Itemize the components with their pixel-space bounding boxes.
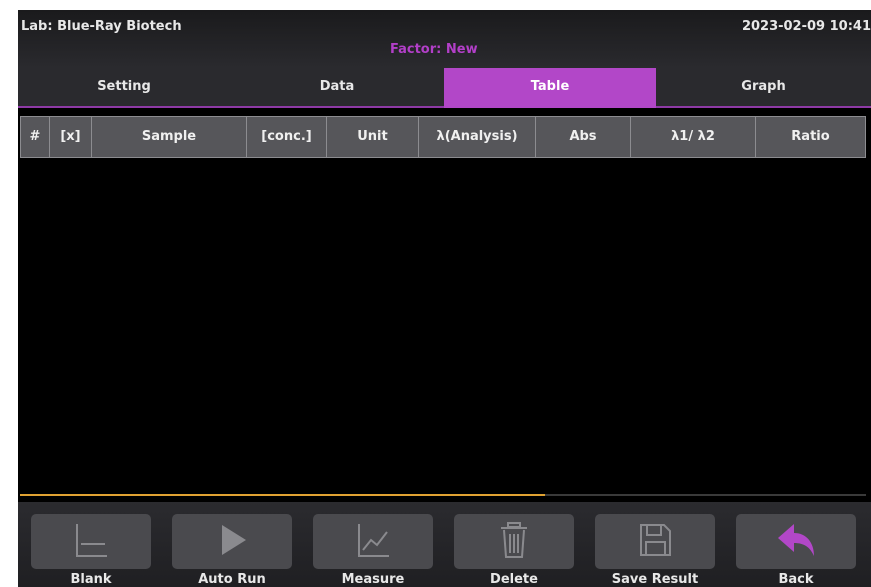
save-icon	[635, 520, 675, 564]
column-header-analysis[interactable]: λ(Analysis)	[418, 117, 535, 157]
measure-label: Measure	[341, 572, 405, 587]
save-result-label: Save Result	[611, 572, 699, 587]
play-icon	[212, 520, 252, 564]
back-button[interactable]	[736, 514, 856, 569]
column-header-index[interactable]: #	[20, 117, 49, 157]
blank-label: Blank	[70, 572, 112, 587]
tab-setting[interactable]: Setting	[18, 68, 230, 108]
progress-fill	[20, 494, 545, 496]
datetime: 2023-02-09 10:41	[741, 19, 871, 34]
factor-label: Factor: New	[390, 42, 478, 57]
tab-graph[interactable]: Graph	[656, 68, 871, 108]
instrument-screen: Lab: Blue-Ray Biotech Factor: New 2023-0…	[18, 10, 871, 587]
delete-label: Delete	[490, 572, 538, 587]
tab-table[interactable]: Table	[444, 68, 656, 108]
tab-data[interactable]: Data	[230, 68, 444, 108]
column-header-x[interactable]: [x]	[49, 117, 91, 157]
function-bar: Blank Auto Run Measure Delete Save Resul…	[18, 502, 871, 587]
auto-run-label: Auto Run	[198, 572, 266, 587]
measure-chart-icon	[353, 520, 393, 564]
progress-bar	[20, 494, 866, 496]
column-header-conc[interactable]: [conc.]	[246, 117, 326, 157]
trash-icon	[494, 520, 534, 564]
blank-button[interactable]	[31, 514, 151, 569]
lab-name: Lab: Blue-Ray Biotech	[21, 19, 182, 34]
column-header-abs[interactable]: Abs	[535, 117, 630, 157]
column-header-unit[interactable]: Unit	[326, 117, 418, 157]
column-header-lambda-ratio[interactable]: λ1/ λ2	[630, 117, 755, 157]
tab-bar: Setting Data Table Graph	[18, 68, 871, 108]
column-header-sample[interactable]: Sample	[91, 117, 246, 157]
table-header: # [x] Sample [conc.] Unit λ(Analysis) Ab…	[20, 116, 866, 158]
table-body[interactable]	[20, 158, 866, 493]
measure-button[interactable]	[313, 514, 433, 569]
column-header-ratio[interactable]: Ratio	[755, 117, 866, 157]
blank-icon	[71, 520, 111, 564]
delete-button[interactable]	[454, 514, 574, 569]
back-arrow-icon	[774, 520, 818, 564]
header-bar: Lab: Blue-Ray Biotech Factor: New 2023-0…	[18, 10, 871, 68]
save-result-button[interactable]	[595, 514, 715, 569]
back-label: Back	[778, 572, 814, 587]
auto-run-button[interactable]	[172, 514, 292, 569]
